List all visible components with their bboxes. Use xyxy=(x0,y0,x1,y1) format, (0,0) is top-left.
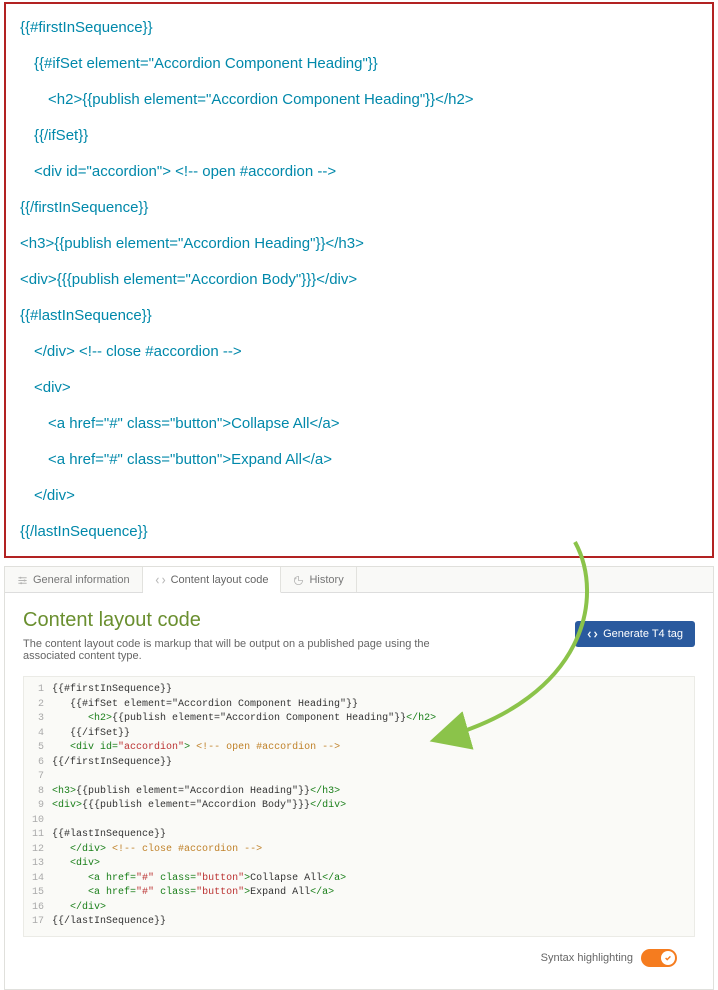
line-number: 1 xyxy=(24,683,52,698)
code-line: {{#ifSet element="Accordion Component He… xyxy=(20,52,698,76)
editor-line: 13 <div> xyxy=(24,857,694,872)
generate-t4-tag-button[interactable]: Generate T4 tag xyxy=(575,621,695,647)
line-code: <div> xyxy=(52,857,694,872)
line-code: <a href="#" class="button">Expand All</a… xyxy=(52,886,694,901)
editor-line: 15 <a href="#" class="button">Expand All… xyxy=(24,886,694,901)
code-line: <h3>{{publish element="Accordion Heading… xyxy=(20,232,698,256)
editor-line: 2 {{#ifSet element="Accordion Component … xyxy=(24,698,694,713)
line-code: <h2>{{publish element="Accordion Compone… xyxy=(52,712,694,727)
check-icon xyxy=(664,954,672,962)
syntax-highlighting-row: Syntax highlighting xyxy=(23,937,695,977)
syntax-highlighting-label: Syntax highlighting xyxy=(541,952,633,964)
line-number: 15 xyxy=(24,886,52,901)
line-number: 11 xyxy=(24,828,52,843)
tab-label: Content layout code xyxy=(171,574,269,586)
line-code: <div>{{{publish element="Accordion Body"… xyxy=(52,799,694,814)
editor-line: 5 <div id="accordion"> <!-- open #accord… xyxy=(24,741,694,756)
line-number: 2 xyxy=(24,698,52,713)
code-line: {{/firstInSequence}} xyxy=(20,196,698,220)
line-number: 8 xyxy=(24,785,52,800)
editor-line: 3 <h2>{{publish element="Accordion Compo… xyxy=(24,712,694,727)
line-number: 3 xyxy=(24,712,52,727)
code-line: {{#lastInSequence}} xyxy=(20,304,698,328)
history-icon xyxy=(293,575,304,586)
code-line: <h2>{{publish element="Accordion Compone… xyxy=(20,88,698,112)
editor-line: 11{{#lastInSequence}} xyxy=(24,828,694,843)
code-icon xyxy=(155,575,166,586)
line-code xyxy=(52,770,694,785)
tab-history[interactable]: History xyxy=(281,567,356,592)
line-code: {{/ifSet}} xyxy=(52,727,694,742)
tab-content-layout-code[interactable]: Content layout code xyxy=(143,567,282,593)
editor-line: 14 <a href="#" class="button">Collapse A… xyxy=(24,872,694,887)
editor-line: 9<div>{{{publish element="Accordion Body… xyxy=(24,799,694,814)
line-number: 6 xyxy=(24,756,52,771)
code-line: {{#firstInSequence}} xyxy=(20,16,698,40)
line-number: 4 xyxy=(24,727,52,742)
editor-line: 6{{/firstInSequence}} xyxy=(24,756,694,771)
line-number: 16 xyxy=(24,901,52,916)
line-number: 17 xyxy=(24,915,52,930)
code-line: {{/lastInSequence}} xyxy=(20,520,698,544)
code-line: <div> xyxy=(20,376,698,400)
editor-line: 4 {{/ifSet}} xyxy=(24,727,694,742)
tab-general-information[interactable]: General information xyxy=(5,567,143,592)
line-code: </div> xyxy=(52,901,694,916)
line-code: {{#ifSet element="Accordion Component He… xyxy=(52,698,694,713)
line-number: 9 xyxy=(24,799,52,814)
line-code: <div id="accordion"> <!-- open #accordio… xyxy=(52,741,694,756)
line-number: 7 xyxy=(24,770,52,785)
line-code: {{#lastInSequence}} xyxy=(52,828,694,843)
line-code: {{/firstInSequence}} xyxy=(52,756,694,771)
editor-line: 8<h3>{{publish element="Accordion Headin… xyxy=(24,785,694,800)
editor-line: 12 </div> <!-- close #accordion --> xyxy=(24,843,694,858)
code-line: <a href="#" class="button">Expand All</a… xyxy=(20,448,698,472)
content-layout-panel: General information Content layout code … xyxy=(4,566,714,990)
editor-line: 1{{#firstInSequence}} xyxy=(24,683,694,698)
editor-line: 17{{/lastInSequence}} xyxy=(24,915,694,930)
code-line: </div> <!-- close #accordion --> xyxy=(20,340,698,364)
tab-label: History xyxy=(309,574,343,586)
line-code: <a href="#" class="button">Collapse All<… xyxy=(52,872,694,887)
editor-line: 16 </div> xyxy=(24,901,694,916)
line-number: 13 xyxy=(24,857,52,872)
line-code: </div> <!-- close #accordion --> xyxy=(52,843,694,858)
button-label: Generate T4 tag xyxy=(603,628,683,640)
code-line: <div id="accordion"> <!-- open #accordio… xyxy=(20,160,698,184)
sliders-icon xyxy=(17,575,28,586)
code-line: <a href="#" class="button">Collapse All<… xyxy=(20,412,698,436)
code-icon xyxy=(587,629,598,640)
tab-label: General information xyxy=(33,574,130,586)
source-code-box: {{#firstInSequence}} {{#ifSet element="A… xyxy=(4,2,714,558)
line-code: <h3>{{publish element="Accordion Heading… xyxy=(52,785,694,800)
line-code: {{/lastInSequence}} xyxy=(52,915,694,930)
syntax-highlighting-toggle[interactable] xyxy=(641,949,677,967)
editor-line: 7 xyxy=(24,770,694,785)
line-number: 12 xyxy=(24,843,52,858)
panel-body: Generate T4 tag Content layout code The … xyxy=(5,593,713,989)
line-number: 5 xyxy=(24,741,52,756)
panel-description: The content layout code is markup that w… xyxy=(23,638,463,662)
line-code: {{#firstInSequence}} xyxy=(52,683,694,698)
tab-bar: General information Content layout code … xyxy=(5,567,713,593)
toggle-knob xyxy=(661,951,675,965)
code-line: </div> xyxy=(20,484,698,508)
code-line: {{/ifSet}} xyxy=(20,124,698,148)
code-line: <div>{{{publish element="Accordion Body"… xyxy=(20,268,698,292)
code-editor[interactable]: 1{{#firstInSequence}}2 {{#ifSet element=… xyxy=(23,676,695,937)
line-number: 14 xyxy=(24,872,52,887)
